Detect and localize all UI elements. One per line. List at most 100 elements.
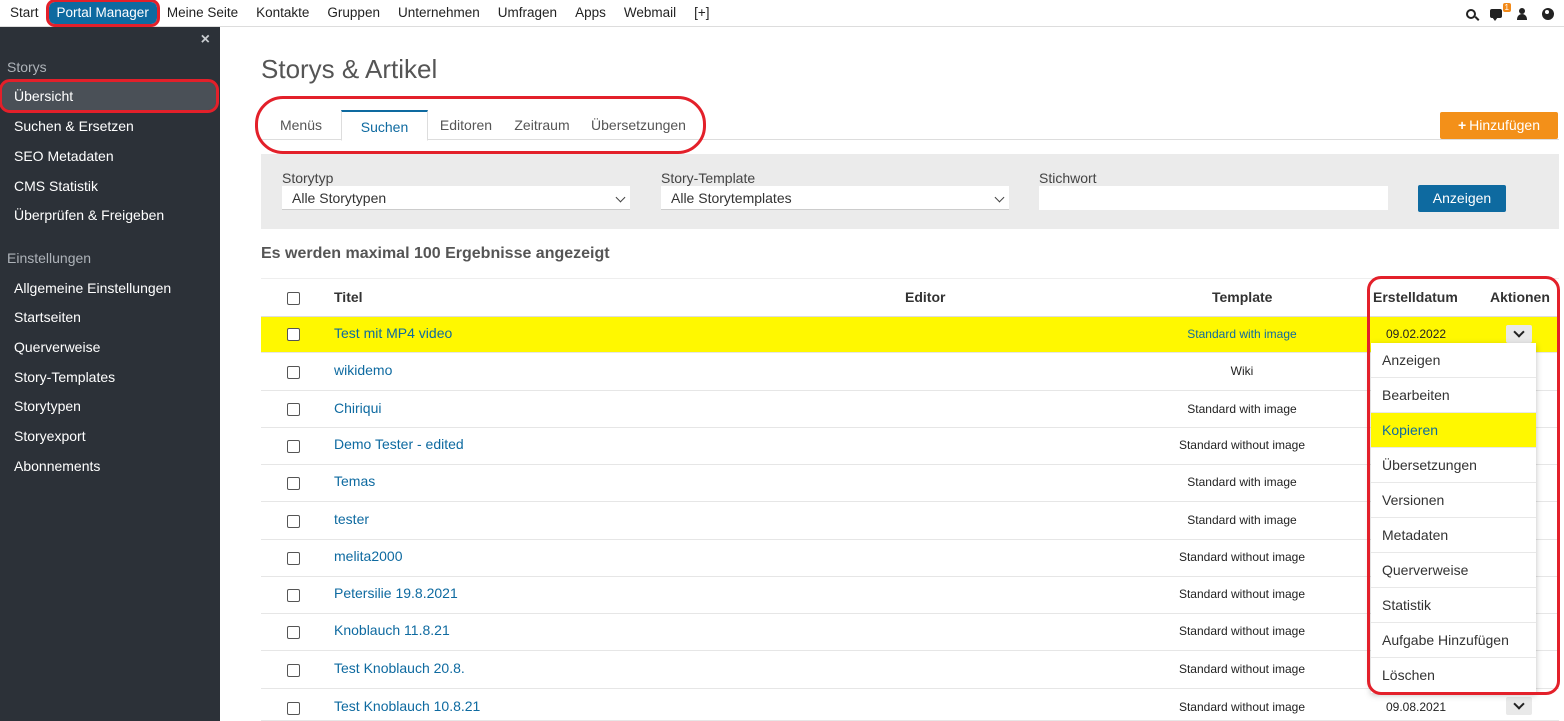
table-row[interactable]: Test mit MP4 video Standard with image 0… bbox=[261, 317, 1559, 353]
row-title-link[interactable]: Test mit MP4 video bbox=[334, 325, 452, 341]
table-row[interactable]: Test Knoblauch 20.8. Standard without im… bbox=[261, 651, 1559, 689]
row-checkbox[interactable] bbox=[287, 664, 300, 677]
row-checkbox[interactable] bbox=[287, 515, 300, 528]
nav-apps[interactable]: Apps bbox=[567, 2, 614, 24]
menu-item-anzeigen[interactable]: Anzeigen bbox=[1371, 343, 1536, 378]
sidebar-item-ueberpruefen[interactable]: Überprüfen & Freigeben bbox=[0, 201, 220, 229]
table-row[interactable]: Demo Tester - edited Standard without im… bbox=[261, 428, 1559, 465]
header-date: Erstelldatum bbox=[1373, 289, 1458, 305]
template-label: Story-Template bbox=[661, 170, 756, 186]
row-date: 09.02.2022 bbox=[1386, 327, 1447, 341]
row-title-link[interactable]: Test Knoblauch 20.8. bbox=[334, 660, 465, 676]
nav-unternehmen[interactable]: Unternehmen bbox=[390, 2, 488, 24]
row-template: Standard without image bbox=[1178, 550, 1306, 564]
add-button[interactable]: + Hinzufügen bbox=[1440, 112, 1558, 139]
nav-meine-seite[interactable]: Meine Seite bbox=[159, 2, 246, 24]
storytyp-select[interactable]: Alle Storytypen bbox=[282, 186, 630, 210]
row-checkbox[interactable] bbox=[287, 477, 300, 490]
filter-panel: Storytyp Alle Storytypen Story-Template … bbox=[261, 154, 1559, 229]
header-template: Template bbox=[1212, 289, 1273, 305]
menu-item-bearbeiten[interactable]: Bearbeiten bbox=[1371, 378, 1536, 413]
nav-umfragen[interactable]: Umfragen bbox=[490, 2, 565, 24]
nav-gruppen[interactable]: Gruppen bbox=[319, 2, 388, 24]
row-checkbox[interactable] bbox=[287, 403, 300, 416]
row-title-link[interactable]: Petersilie 19.8.2021 bbox=[334, 585, 458, 601]
row-actions-toggle[interactable] bbox=[1506, 697, 1532, 715]
menu-item-statistik[interactable]: Statistik bbox=[1371, 588, 1536, 623]
table-row[interactable]: Test Knoblauch 10.8.21 Standard without … bbox=[261, 689, 1559, 721]
storytyp-value: Alle Storytypen bbox=[292, 190, 387, 206]
sidebar-item-story-templates[interactable]: Story-Templates bbox=[0, 363, 220, 391]
menu-item-aufgabe-hinzufuegen[interactable]: Aufgabe Hinzufügen bbox=[1371, 623, 1536, 658]
search-icon[interactable] bbox=[1466, 8, 1476, 19]
table-row[interactable]: Temas Standard with image bbox=[261, 465, 1559, 502]
row-title-link[interactable]: Temas bbox=[334, 473, 375, 489]
menu-item-metadaten[interactable]: Metadaten bbox=[1371, 518, 1536, 553]
sidebar-item-startseiten[interactable]: Startseiten bbox=[0, 303, 220, 331]
chevron-down-icon bbox=[615, 192, 626, 203]
sidebar-item-allgemeine-einstellungen[interactable]: Allgemeine Einstellungen bbox=[0, 274, 220, 302]
sidebar-item-seo-metadaten[interactable]: SEO Metadaten bbox=[0, 142, 220, 170]
messages-icon[interactable]: 1 bbox=[1490, 3, 1511, 21]
sidebar-item-cms-statistik[interactable]: CMS Statistik bbox=[0, 172, 220, 200]
sidebar-item-storyexport[interactable]: Storyexport bbox=[0, 422, 220, 450]
row-actions-toggle[interactable] bbox=[1506, 325, 1532, 343]
menu-item-versionen[interactable]: Versionen bbox=[1371, 483, 1536, 518]
table-row[interactable]: melita2000 Standard without image bbox=[261, 540, 1559, 577]
menu-item-loeschen[interactable]: Löschen bbox=[1371, 658, 1536, 693]
sidebar-item-querverweise[interactable]: Querverweise bbox=[0, 333, 220, 361]
sidebar-item-storytypen[interactable]: Storytypen bbox=[0, 392, 220, 420]
template-value: Alle Storytemplates bbox=[671, 190, 792, 206]
row-template: Standard with image bbox=[1187, 327, 1297, 341]
table-row[interactable]: Chiriqui Standard with image bbox=[261, 391, 1559, 428]
nav-portal-manager[interactable]: Portal Manager bbox=[45, 0, 160, 27]
results-note: Es werden maximal 100 Ergebnisse angezei… bbox=[261, 245, 610, 262]
row-title-link[interactable]: Demo Tester - edited bbox=[334, 436, 464, 452]
select-all-checkbox[interactable] bbox=[287, 292, 300, 305]
sidebar-item-abonnements[interactable]: Abonnements bbox=[0, 452, 220, 480]
row-checkbox[interactable] bbox=[287, 328, 300, 341]
annotation-tabs-highlight bbox=[255, 96, 706, 154]
header-editor: Editor bbox=[905, 289, 946, 305]
menu-item-querverweise[interactable]: Querverweise bbox=[1371, 553, 1536, 588]
row-checkbox[interactable] bbox=[287, 589, 300, 602]
menu-item-uebersetzungen[interactable]: Übersetzungen bbox=[1371, 448, 1536, 483]
user-icon[interactable] bbox=[1516, 7, 1528, 20]
row-title-link[interactable]: Chiriqui bbox=[334, 400, 381, 416]
table-row[interactable]: wikidemo Wiki bbox=[261, 353, 1559, 391]
nav-more[interactable]: [+] bbox=[686, 2, 717, 24]
row-checkbox[interactable] bbox=[287, 440, 300, 453]
row-checkbox[interactable] bbox=[287, 626, 300, 639]
row-title-link[interactable]: Test Knoblauch 10.8.21 bbox=[334, 698, 480, 714]
row-template: Standard without image bbox=[1178, 700, 1306, 714]
menu-item-kopieren[interactable]: Kopieren bbox=[1371, 413, 1536, 448]
sidebar: × Storys Übersicht Suchen & Ersetzen SEO… bbox=[0, 27, 220, 721]
row-checkbox[interactable] bbox=[287, 702, 300, 715]
stichwort-input[interactable] bbox=[1039, 186, 1388, 210]
sidebar-item-suchen-ersetzen[interactable]: Suchen & Ersetzen bbox=[0, 112, 220, 140]
close-icon[interactable]: × bbox=[201, 31, 210, 49]
sidebar-item-uebersicht[interactable]: Übersicht bbox=[0, 79, 219, 113]
table-row[interactable]: Petersilie 19.8.2021 Standard without im… bbox=[261, 577, 1559, 614]
row-date: 09.08.2021 bbox=[1386, 700, 1447, 714]
globe-icon[interactable] bbox=[1542, 7, 1554, 20]
table-row[interactable]: tester Standard with image bbox=[261, 502, 1559, 540]
row-title-link[interactable]: wikidemo bbox=[334, 362, 392, 378]
row-checkbox[interactable] bbox=[287, 366, 300, 379]
nav-webmail[interactable]: Webmail bbox=[616, 2, 684, 24]
template-select[interactable]: Alle Storytemplates bbox=[661, 186, 1009, 210]
row-template: Standard with image bbox=[1187, 402, 1297, 416]
top-icons: 1 bbox=[1466, 0, 1554, 27]
chevron-down-icon bbox=[994, 192, 1005, 203]
row-title-link[interactable]: Knoblauch 11.8.21 bbox=[334, 622, 450, 638]
actions-dropdown-menu: Anzeigen Bearbeiten Kopieren Übersetzung… bbox=[1371, 343, 1536, 693]
row-title-link[interactable]: melita2000 bbox=[334, 548, 403, 564]
row-title-link[interactable]: tester bbox=[334, 511, 369, 527]
row-template: Standard without image bbox=[1178, 624, 1306, 638]
page-title: Storys & Artikel bbox=[261, 54, 438, 84]
table-row[interactable]: Knoblauch 11.8.21 Standard without image bbox=[261, 614, 1559, 651]
anzeigen-button[interactable]: Anzeigen bbox=[1418, 185, 1506, 212]
nav-kontakte[interactable]: Kontakte bbox=[248, 2, 317, 24]
row-checkbox[interactable] bbox=[287, 552, 300, 565]
nav-start[interactable]: Start bbox=[2, 2, 47, 24]
